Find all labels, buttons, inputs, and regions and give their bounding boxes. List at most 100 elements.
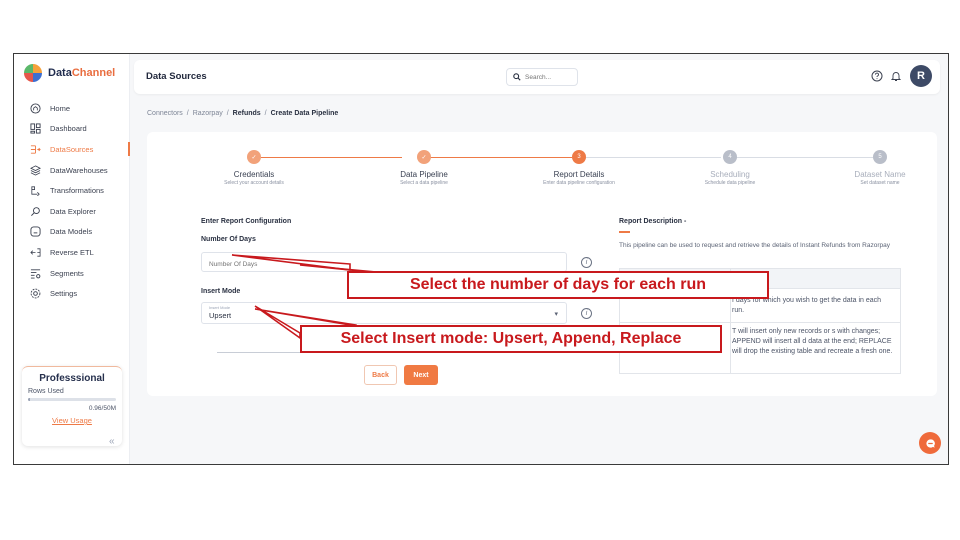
section-title: Enter Report Configuration: [201, 218, 292, 225]
page-title: Data Sources: [146, 71, 207, 82]
step-connector: [583, 157, 721, 158]
sidebar-item-segments[interactable]: Segments: [14, 263, 129, 284]
step-subtitle: Select your account details: [224, 180, 284, 186]
sidebar-item-label: Home: [50, 103, 71, 113]
sidebar-item-reverse-etl[interactable]: Reverse ETL: [14, 242, 129, 263]
sidebar-item-label: DataWarehouses: [50, 165, 108, 175]
sidebar-item-label: Transformations: [50, 186, 104, 196]
app-window: DataChannel Home Dashboard DataSources D…: [13, 53, 949, 465]
report-description-title: Report Description -: [619, 218, 687, 225]
stepper: ✓ ✓ 3 4 5 Credentials Data Pipeline Repo…: [187, 150, 906, 190]
sidebar-item-label: Settings: [50, 289, 78, 299]
step-marker[interactable]: ✓: [247, 150, 261, 164]
sidebar-item-dashboard[interactable]: Dashboard: [14, 119, 129, 140]
next-button[interactable]: Next: [404, 365, 438, 385]
sidebar-item-label: Reverse ETL: [50, 247, 94, 257]
step-subtitle: Enter data pipeline configuration: [543, 180, 615, 186]
step-connector: [430, 157, 572, 158]
sidebar-item-data-models[interactable]: Data Models: [14, 222, 129, 243]
logo-icon: [24, 64, 42, 82]
search-box[interactable]: [506, 68, 578, 86]
rows-used-label: Rows Used: [28, 388, 64, 395]
chevron-down-icon: ▾: [554, 311, 558, 318]
sidebar-item-label: DataSources: [50, 144, 94, 154]
sidebar-nav: Home Dashboard DataSources DataWarehouse…: [14, 98, 130, 304]
step-subtitle: Set dataset name: [860, 180, 900, 186]
insert-mode-callout: Select Insert mode: Upsert, Append, Repl…: [300, 325, 722, 353]
breadcrumb-separator: /: [264, 110, 267, 117]
dashboard-icon: [30, 123, 41, 134]
explorer-icon: [30, 206, 41, 217]
sidebar-item-home[interactable]: Home: [14, 98, 129, 119]
table-cell: T will insert only new records or s with…: [732, 328, 893, 355]
report-description-text: This pipeline can be used to request and…: [619, 242, 890, 249]
database-icon: [30, 165, 41, 176]
search-input[interactable]: [525, 73, 573, 81]
step-marker[interactable]: 3: [572, 150, 586, 164]
insert-mode-value: Upsert: [209, 311, 232, 320]
step-subtitle: Select a data pipeline: [400, 180, 448, 186]
collapse-sidebar-icon[interactable]: «: [109, 436, 115, 447]
avatar[interactable]: R: [910, 65, 932, 87]
table-cell: f days for which you wish to get the dat…: [732, 297, 882, 314]
step-subtitle: Schedule data pipeline: [704, 180, 756, 186]
sidebar: DataChannel Home Dashboard DataSources D…: [14, 54, 130, 464]
breadcrumb-separator: /: [186, 110, 189, 117]
step-label: Dataset Name: [854, 170, 906, 179]
home-icon: [30, 103, 41, 114]
back-button[interactable]: Back: [364, 365, 397, 385]
sidebar-item-settings[interactable]: Settings: [14, 283, 129, 304]
help-icon[interactable]: [871, 70, 883, 82]
rows-used-count: 0.96/50M: [88, 405, 116, 412]
sidebar-item-datasources[interactable]: DataSources: [14, 139, 130, 160]
step-marker[interactable]: ✓: [417, 150, 431, 164]
transformations-icon: [30, 185, 41, 197]
pipeline-card: ✓ ✓ 3 4 5 Credentials Data Pipeline Repo…: [147, 132, 937, 396]
step-label: Scheduling: [710, 170, 750, 179]
reverse-etl-icon: [30, 247, 41, 258]
sidebar-item-datawarehouses[interactable]: DataWarehouses: [14, 160, 129, 181]
sidebar-item-label: Data Explorer: [50, 206, 96, 216]
info-icon[interactable]: i: [581, 308, 592, 319]
usage-bar-fill: [28, 398, 30, 401]
insert-mode-label: Insert Mode: [201, 288, 241, 295]
insert-mode-select[interactable]: Insert Mode Upsert ▾: [201, 302, 567, 324]
breadcrumb-item[interactable]: Razorpay: [193, 110, 223, 117]
days-label: Number Of Days: [201, 236, 256, 243]
step-label: Report Details: [553, 170, 605, 179]
breadcrumb-separator: /: [226, 110, 229, 117]
bell-icon[interactable]: [890, 70, 902, 82]
models-icon: [30, 226, 41, 237]
days-field[interactable]: [201, 252, 567, 274]
datasources-icon: [30, 144, 41, 155]
sidebar-item-data-explorer[interactable]: Data Explorer: [14, 201, 129, 222]
segments-icon: [30, 268, 41, 279]
usage-bar: [28, 398, 116, 401]
plan-card: Professsional Rows Used 0.96/50M View Us…: [22, 366, 122, 446]
description-accent: [619, 231, 630, 233]
insert-mode-floating-label: Insert Mode: [209, 305, 231, 310]
step-label: Data Pipeline: [400, 170, 448, 179]
topbar: Data Sources R: [134, 60, 940, 94]
brand-name: DataChannel: [48, 67, 116, 79]
plan-title: Professsional: [39, 373, 105, 384]
info-icon[interactable]: i: [581, 257, 592, 268]
settings-icon: [30, 288, 41, 299]
days-callout: Select the number of days for each run: [347, 271, 769, 299]
search-icon: [513, 73, 521, 81]
step-marker: 4: [723, 150, 737, 164]
brand-logo[interactable]: DataChannel: [24, 64, 115, 82]
breadcrumb-current: Create Data Pipeline: [270, 110, 339, 117]
sidebar-item-transformations[interactable]: Transformations: [14, 180, 129, 201]
sidebar-item-label: Dashboard: [50, 124, 87, 134]
sidebar-item-label: Segments: [50, 268, 84, 278]
chat-button[interactable]: [919, 432, 941, 454]
view-usage-link[interactable]: View Usage: [28, 416, 116, 425]
step-connector: [261, 157, 402, 158]
breadcrumb-item[interactable]: Refunds: [233, 110, 261, 117]
sidebar-item-label: Data Models: [50, 227, 93, 237]
step-connector: [735, 157, 873, 158]
step-label: Credentials: [233, 170, 275, 179]
chat-icon: [925, 438, 935, 448]
breadcrumb-item[interactable]: Connectors: [147, 110, 183, 117]
